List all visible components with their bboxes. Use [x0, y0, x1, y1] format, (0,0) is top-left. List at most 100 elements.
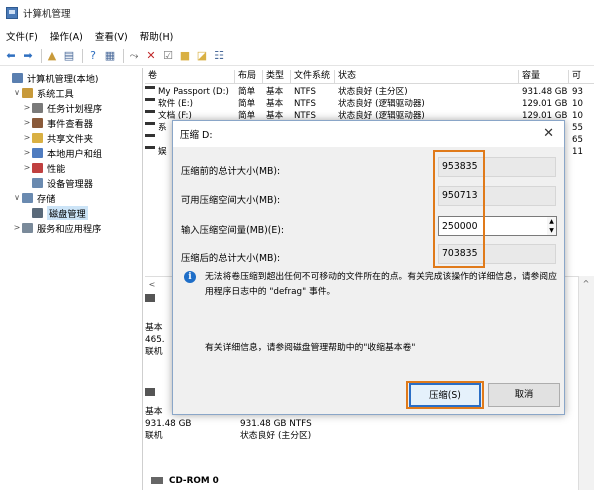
chevron-right-icon[interactable]: > [22, 163, 32, 172]
table-cell: 129.01 GB [522, 99, 568, 109]
column-free[interactable]: 可 [569, 70, 594, 83]
users-icon [32, 147, 43, 158]
menu-view[interactable]: 查看(V) [95, 29, 128, 43]
tree-item[interactable]: 设备管理器 [0, 175, 142, 190]
shared-folder-icon [32, 132, 43, 143]
column-layout[interactable]: 布局 [235, 70, 263, 83]
table-cell: 简单 [238, 87, 256, 97]
available-shrink-label: 可用压缩空间大小(MB): [181, 195, 281, 206]
vertical-scrollbar[interactable]: ^ [578, 276, 594, 490]
list-view-icon[interactable]: ☷ [212, 49, 226, 63]
chevron-down-icon[interactable]: ∨ [12, 88, 22, 97]
partition-status[interactable]: 状态良好 (主分区) [240, 430, 311, 442]
tree-item[interactable]: > 任务计划程序 [0, 100, 142, 115]
tree-item[interactable]: 磁盘管理 [0, 205, 142, 220]
connect-icon[interactable]: ⤳ [127, 49, 141, 63]
back-arrow-icon[interactable]: ⬅ [4, 49, 18, 63]
cdrom-icon [151, 477, 163, 484]
menu-action[interactable]: 操作(A) [50, 29, 83, 43]
tree-item[interactable]: > 事件查看器 [0, 115, 142, 130]
forward-arrow-icon[interactable]: ➡ [21, 49, 35, 63]
tree-item-label: 计算机管理(本地) [27, 73, 99, 85]
volume-icon [145, 110, 155, 113]
volume-table-header: 卷 布局 类型 文件系统 状态 容量 可 [145, 70, 594, 84]
tree-item-label: 任务计划程序 [47, 103, 103, 115]
table-cell: 软件 (E:) [158, 99, 193, 109]
table-cell: 状态良好 (逻辑驱动器) [338, 99, 425, 109]
up-folder-icon[interactable]: ▲ [45, 49, 59, 63]
menu-help[interactable]: 帮助(H) [140, 29, 174, 43]
table-cell: My Passport (D:) [158, 87, 229, 97]
table-cell: 931.48 GB [522, 87, 568, 97]
device-manager-icon [32, 177, 43, 188]
cancel-button[interactable]: 取消 [488, 383, 560, 407]
tree-item-label: 事件查看器 [47, 118, 93, 130]
column-type[interactable]: 类型 [263, 70, 291, 83]
menu-bar: 文件(F) 操作(A) 查看(V) 帮助(H) [0, 28, 594, 44]
chevron-right-icon[interactable]: > [12, 223, 22, 232]
computer-icon [12, 72, 23, 83]
spin-down-icon[interactable]: ▼ [547, 226, 556, 235]
tree-item[interactable]: > 性能 [0, 160, 142, 175]
table-cell: 基本 [266, 99, 284, 109]
scroll-up-icon[interactable]: ^ [579, 276, 593, 290]
chevron-right-icon[interactable]: > [22, 118, 32, 127]
column-volume[interactable]: 卷 [145, 70, 235, 83]
properties-icon[interactable]: ▦ [103, 49, 117, 63]
tree-item-label: 服务和应用程序 [37, 223, 102, 235]
help-icon[interactable]: ? [86, 49, 100, 63]
tree-item[interactable]: ∨ 系统工具 [0, 85, 142, 100]
scroll-left-icon[interactable]: < [145, 277, 159, 291]
volume-icon [145, 86, 155, 89]
column-filesystem[interactable]: 文件系统 [291, 70, 335, 83]
table-row[interactable]: 软件 (E:) 简单 基本 NTFS 状态良好 (逻辑驱动器) 129.01 GB 10 [145, 98, 594, 110]
info-icon: i [184, 271, 196, 283]
toolbar-separator [123, 48, 124, 63]
window-title: 计算机管理 [23, 9, 71, 20]
chevron-right-icon[interactable]: > [22, 103, 32, 112]
tree-item[interactable]: 计算机管理(本地) [0, 70, 142, 85]
size-before-label: 压缩前的总计大小(MB): [181, 166, 281, 177]
chevron-down-icon[interactable]: ∨ [12, 193, 22, 202]
tree-item[interactable]: ∨ 存储 [0, 190, 142, 205]
cdrom-label: CD-ROM 0 [169, 476, 219, 486]
table-cell: 11 [572, 147, 583, 157]
storage-icon [22, 192, 33, 203]
help-reference-text: 有关详细信息，请参阅磁盘管理帮助中的"收缩基本卷" [205, 343, 416, 353]
table-cell: 93 [572, 87, 583, 97]
close-icon[interactable]: ✕ [543, 126, 554, 141]
table-cell: NTFS [294, 99, 316, 109]
delete-icon[interactable]: ✕ [144, 49, 158, 63]
table-cell: 65 [572, 135, 583, 145]
search-folder-icon[interactable]: ◪ [195, 49, 209, 63]
chevron-right-icon[interactable]: > [22, 133, 32, 142]
shrink-amount-stepper[interactable]: ▲ ▼ [547, 216, 557, 236]
navigation-tree: 计算机管理(本地) ∨ 系统工具 > 任务计划程序 > 事件查看器 > 共享文件夹 > 本地用户和组… [0, 68, 143, 490]
compress-highlight-box [406, 381, 484, 409]
column-capacity[interactable]: 容量 [519, 70, 569, 83]
tree-item[interactable]: > 本地用户和组 [0, 145, 142, 160]
table-cell: 状态良好 (主分区) [338, 87, 408, 97]
shrink-dialog: 压缩 D: ✕ 压缩前的总计大小(MB): 953835 可用压缩空间大小(MB… [172, 120, 565, 415]
chevron-right-icon[interactable]: > [22, 148, 32, 157]
toolbar: ⬅ ➡ ▲ ▤ ? ▦ ⤳ ✕ ☑ ■ ◪ ☷ [0, 46, 594, 66]
menu-file[interactable]: 文件(F) [6, 29, 38, 43]
tree-item[interactable]: > 共享文件夹 [0, 130, 142, 145]
column-status[interactable]: 状态 [335, 70, 519, 83]
spin-up-icon[interactable]: ▲ [547, 217, 556, 226]
partition-size[interactable]: 931.48 GB NTFS [240, 418, 312, 430]
folder-icon[interactable]: ■ [178, 49, 192, 63]
window-titlebar: 计算机管理 [0, 0, 594, 26]
performance-icon [32, 162, 43, 173]
check-icon[interactable]: ☑ [161, 49, 175, 63]
table-cell: 10 [572, 111, 583, 121]
table-row[interactable]: My Passport (D:) 简单 基本 NTFS 状态良好 (主分区) 931.48… [145, 86, 594, 98]
tree-item-label: 存储 [37, 193, 56, 205]
dialog-title: 压缩 D: [180, 130, 213, 141]
table-cell: 55 [572, 123, 583, 133]
tree-item[interactable]: > 服务和应用程序 [0, 220, 142, 235]
show-tree-icon[interactable]: ▤ [62, 49, 76, 63]
values-highlight-box [433, 150, 485, 268]
toolbar-separator [41, 48, 42, 63]
tree-item-label: 系统工具 [37, 88, 74, 100]
